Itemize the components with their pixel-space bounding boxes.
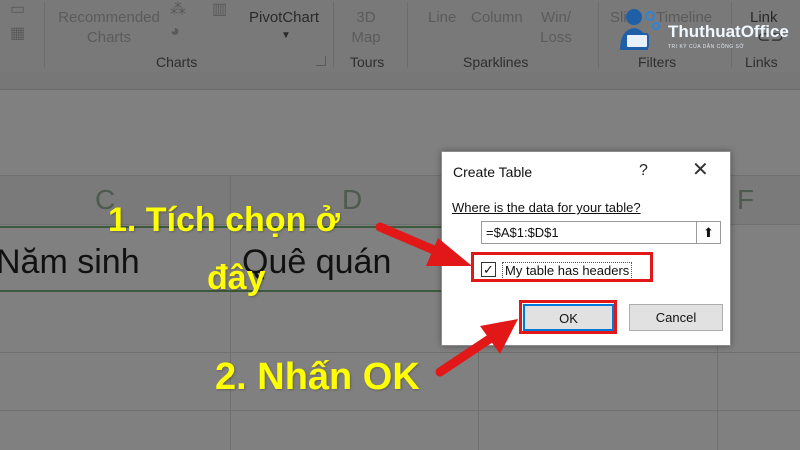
recommended-charts-label-2: Charts [86, 29, 132, 46]
winloss-label-2: Loss [540, 29, 572, 46]
charts-dialog-launcher[interactable] [316, 56, 326, 66]
ribbon-separator [407, 2, 408, 68]
combo-chart-icon[interactable]: ▥ [212, 2, 227, 18]
collapse-dialog-button[interactable]: ⬆ [696, 222, 720, 243]
thuthuatoffice-logo: ThuthuatOffice TRI KỲ CỦA DÂN CÔNG SỞ [612, 6, 796, 52]
ribbon-separator [44, 2, 45, 68]
sparkline-line-button[interactable]: Line [428, 8, 456, 28]
3d-map-button[interactable]: 3D Map [341, 8, 391, 48]
range-field[interactable]: ⬆ [481, 221, 721, 244]
dialog-title: Create Table [453, 164, 533, 180]
sparkline-column-button[interactable]: Column [471, 8, 523, 28]
recommended-charts-button[interactable]: Recommended Charts [55, 8, 163, 48]
close-button[interactable]: ✕ [692, 160, 709, 180]
table-icon: ▭ [10, 1, 26, 18]
sparkline-winloss-button[interactable]: Win/ Loss [536, 8, 576, 48]
checkbox-highlight-box [471, 252, 653, 282]
step2-annotation: 2. Nhấn OK [215, 356, 420, 398]
column-header-f[interactable]: F [737, 183, 754, 217]
group-label-tours: Tours [350, 54, 385, 70]
winloss-label-1: Win/ [541, 9, 571, 26]
range-prompt-label: Where is the data for your table? [452, 200, 641, 216]
cell-nam-sinh[interactable]: Năm sinh [0, 242, 140, 282]
3d-map-label-2: Map [351, 29, 381, 46]
ribbon-separator [333, 2, 334, 68]
group-label-sparklines: Sparklines [463, 54, 529, 70]
help-button[interactable]: ? [639, 161, 648, 181]
cancel-button[interactable]: Cancel [629, 304, 723, 331]
row-gridline [0, 410, 800, 411]
row-gridline [0, 352, 800, 353]
grid-icon: ▦ [10, 25, 26, 42]
pivotchart-button[interactable]: PivotChart [249, 8, 319, 28]
group-label-filters: Filters [638, 54, 677, 70]
range-input[interactable] [486, 224, 691, 241]
group-label-charts: Charts [156, 54, 198, 70]
step1-annotation-line2: đây [207, 259, 266, 297]
range-prompt-label-text: Where is the data for your table? [452, 200, 641, 215]
logo-tagline: TRI KỲ CỦA DÂN CÔNG SỞ [668, 44, 745, 50]
step1-annotation-line1: 1. Tích chọn ở [108, 201, 340, 239]
group-label-links: Links [745, 54, 778, 70]
ribbon-separator [598, 2, 599, 68]
column-header-d[interactable]: D [342, 183, 362, 217]
logo-person-icon [620, 9, 660, 50]
recommended-charts-label-1: Recommended [58, 9, 160, 26]
chevron-down-icon[interactable]: ▼ [281, 28, 291, 44]
ok-highlight-box [519, 300, 617, 334]
excel-window: ▭ ▦ Recommended Charts ⁂ ◕ ▥ PivotChart … [0, 0, 800, 450]
ribbon-collapsed-area [0, 72, 800, 90]
3d-map-label-1: 3D [356, 9, 376, 26]
logo-wordmark: ThuthuatOffice [668, 22, 789, 41]
pie-chart-icon[interactable]: ◕ [170, 24, 180, 40]
scatter-chart-icon[interactable]: ⁂ [170, 2, 186, 18]
